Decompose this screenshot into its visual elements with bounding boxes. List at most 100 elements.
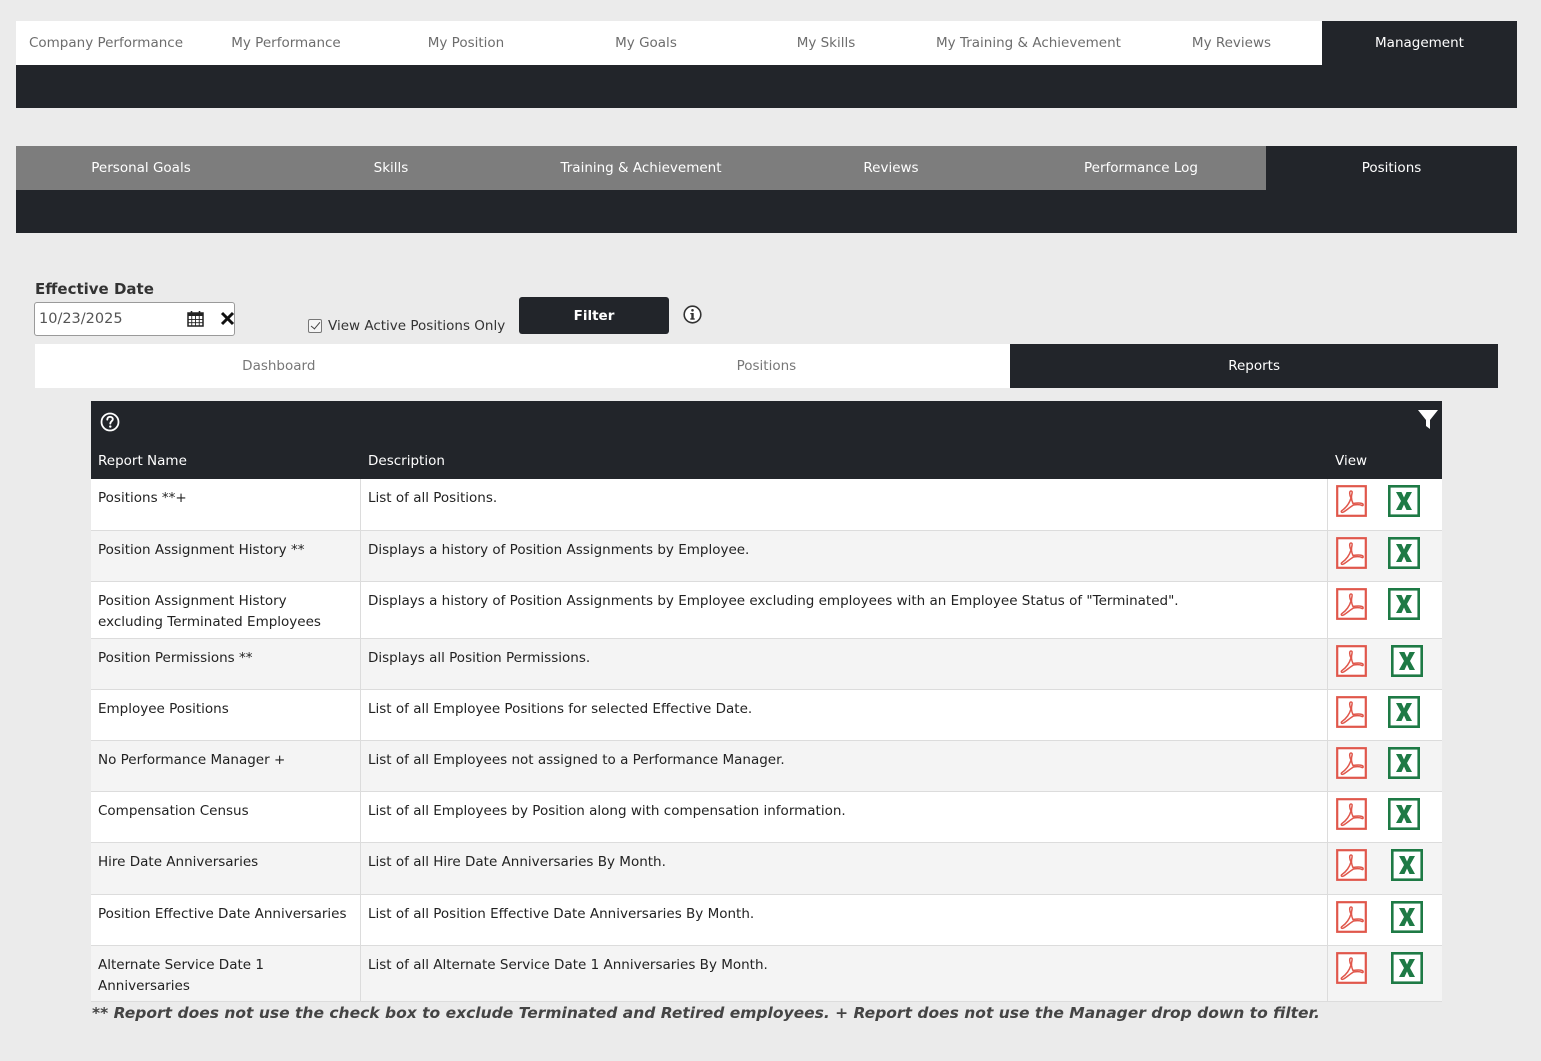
report-description: List of all Positions.: [361, 479, 1328, 530]
help-icon[interactable]: [100, 412, 120, 432]
view-cell: [1328, 690, 1442, 740]
header-report-name[interactable]: Report Name: [91, 442, 361, 479]
tab-reports[interactable]: Reports: [1010, 344, 1498, 388]
sub-nav-tabs: Personal Goals Skills Training & Achieve…: [16, 146, 1517, 190]
report-description: Displays a history of Position Assignmen…: [361, 531, 1328, 581]
pdf-icon[interactable]: [1336, 537, 1367, 569]
report-name: No Performance Manager +: [91, 741, 361, 791]
header-view: View: [1335, 453, 1368, 469]
excel-icon[interactable]: [1387, 484, 1420, 517]
pdf-icon[interactable]: [1336, 952, 1367, 984]
report-name: Hire Date Anniversaries: [91, 843, 361, 894]
active-positions-only-checkbox[interactable]: View Active Positions Only: [308, 318, 505, 334]
view-cell: [1328, 946, 1442, 1001]
table-row: Position Assignment History excluding Te…: [91, 582, 1442, 639]
excel-icon[interactable]: [1387, 746, 1420, 779]
header-description[interactable]: Description: [361, 442, 1328, 479]
calendar-icon[interactable]: [187, 310, 204, 327]
filter-funnel-icon[interactable]: [1417, 409, 1439, 431]
tab-company-performance[interactable]: Company Performance: [16, 21, 196, 65]
tab-dashboard[interactable]: Dashboard: [35, 344, 523, 388]
table-row: Positions **+ List of all Positions.: [91, 479, 1442, 531]
table-header: Report Name Description View: [91, 442, 1442, 479]
tab-positions[interactable]: Positions: [1266, 146, 1517, 190]
view-cell: [1328, 479, 1442, 530]
tab-positions-list[interactable]: Positions: [523, 344, 1011, 388]
top-nav-tabs: Company Performance My Performance My Po…: [16, 21, 1517, 65]
excel-icon[interactable]: [1387, 536, 1420, 569]
excel-icon[interactable]: [1390, 644, 1423, 677]
reports-table: Report Name Description View Positions *…: [91, 401, 1442, 1002]
report-name: Position Assignment History excluding Te…: [91, 582, 361, 638]
excel-icon[interactable]: [1387, 797, 1420, 830]
excel-icon[interactable]: [1390, 848, 1423, 881]
clear-date-icon[interactable]: [220, 310, 235, 327]
report-name: Position Effective Date Anniversaries: [91, 895, 361, 945]
pdf-icon[interactable]: [1336, 588, 1367, 620]
report-name: Alternate Service Date 1 Anniversaries: [91, 946, 361, 1001]
pdf-icon[interactable]: [1336, 747, 1367, 779]
tab-personal-goals[interactable]: Personal Goals: [16, 146, 266, 190]
table-toolbar: [91, 401, 1442, 442]
tab-my-reviews[interactable]: My Reviews: [1141, 21, 1322, 65]
report-description: List of all Employee Positions for selec…: [361, 690, 1328, 740]
tab-my-goals[interactable]: My Goals: [556, 21, 736, 65]
report-description: List of all Position Effective Date Anni…: [361, 895, 1328, 945]
table-row: Position Permissions ** Displays all Pos…: [91, 639, 1442, 690]
table-row: Compensation Census List of all Employee…: [91, 792, 1442, 843]
report-description: Displays all Position Permissions.: [361, 639, 1328, 689]
table-row: Position Effective Date Anniversaries Li…: [91, 895, 1442, 946]
effective-date-label: Effective Date: [35, 280, 154, 298]
footnote: ** Report does not use the check box to …: [92, 1004, 1320, 1022]
excel-icon[interactable]: [1387, 695, 1420, 728]
report-description: List of all Hire Date Anniversaries By M…: [361, 843, 1328, 894]
report-name: Position Permissions **: [91, 639, 361, 689]
table-body: Positions **+ List of all Positions. Pos…: [91, 479, 1442, 1002]
top-navigation: Company Performance My Performance My Po…: [16, 21, 1517, 108]
excel-icon[interactable]: [1387, 587, 1420, 620]
excel-icon[interactable]: [1390, 900, 1423, 933]
pdf-icon[interactable]: [1336, 696, 1367, 728]
tab-reviews[interactable]: Reviews: [766, 146, 1016, 190]
active-positions-only-label: View Active Positions Only: [328, 318, 506, 334]
report-name: Employee Positions: [91, 690, 361, 740]
table-row: Position Assignment History ** Displays …: [91, 531, 1442, 582]
tab-skills[interactable]: Skills: [266, 146, 516, 190]
report-name: Compensation Census: [91, 792, 361, 842]
tab-management[interactable]: Management: [1322, 21, 1517, 65]
table-row: Employee Positions List of all Employee …: [91, 690, 1442, 741]
report-name: Position Assignment History **: [91, 531, 361, 581]
report-description: List of all Employees by Position along …: [361, 792, 1328, 842]
tab-my-position[interactable]: My Position: [376, 21, 556, 65]
info-icon[interactable]: [683, 305, 702, 324]
checkbox-checked-icon[interactable]: [308, 319, 322, 333]
table-row: Hire Date Anniversaries List of all Hire…: [91, 843, 1442, 895]
tab-performance-log[interactable]: Performance Log: [1016, 146, 1266, 190]
sub-navigation: Personal Goals Skills Training & Achieve…: [16, 146, 1517, 233]
tab-my-performance[interactable]: My Performance: [196, 21, 376, 65]
tab-my-skills[interactable]: My Skills: [736, 21, 916, 65]
pdf-icon[interactable]: [1336, 645, 1367, 677]
view-cell: [1328, 582, 1442, 638]
view-cell: [1328, 843, 1442, 894]
report-name: Positions **+: [91, 479, 361, 530]
report-description: Displays a history of Position Assignmen…: [361, 582, 1328, 638]
pdf-icon[interactable]: [1336, 798, 1367, 830]
report-description: List of all Alternate Service Date 1 Ann…: [361, 946, 1328, 1001]
view-cell: [1328, 895, 1442, 945]
report-description: List of all Employees not assigned to a …: [361, 741, 1328, 791]
view-cell: [1328, 741, 1442, 791]
pdf-icon[interactable]: [1336, 849, 1367, 881]
pdf-icon[interactable]: [1336, 485, 1367, 517]
tab-my-training-achievement[interactable]: My Training & Achievement: [916, 21, 1141, 65]
effective-date-field: [34, 302, 235, 336]
view-cell: [1328, 639, 1442, 689]
tab-training-achievement[interactable]: Training & Achievement: [516, 146, 766, 190]
pdf-icon[interactable]: [1336, 901, 1367, 933]
view-cell: [1328, 531, 1442, 581]
view-tabs: Dashboard Positions Reports: [35, 344, 1498, 388]
filter-button[interactable]: Filter: [519, 297, 669, 334]
effective-date-input[interactable]: [39, 311, 184, 327]
excel-icon[interactable]: [1390, 951, 1423, 984]
view-cell: [1328, 792, 1442, 842]
